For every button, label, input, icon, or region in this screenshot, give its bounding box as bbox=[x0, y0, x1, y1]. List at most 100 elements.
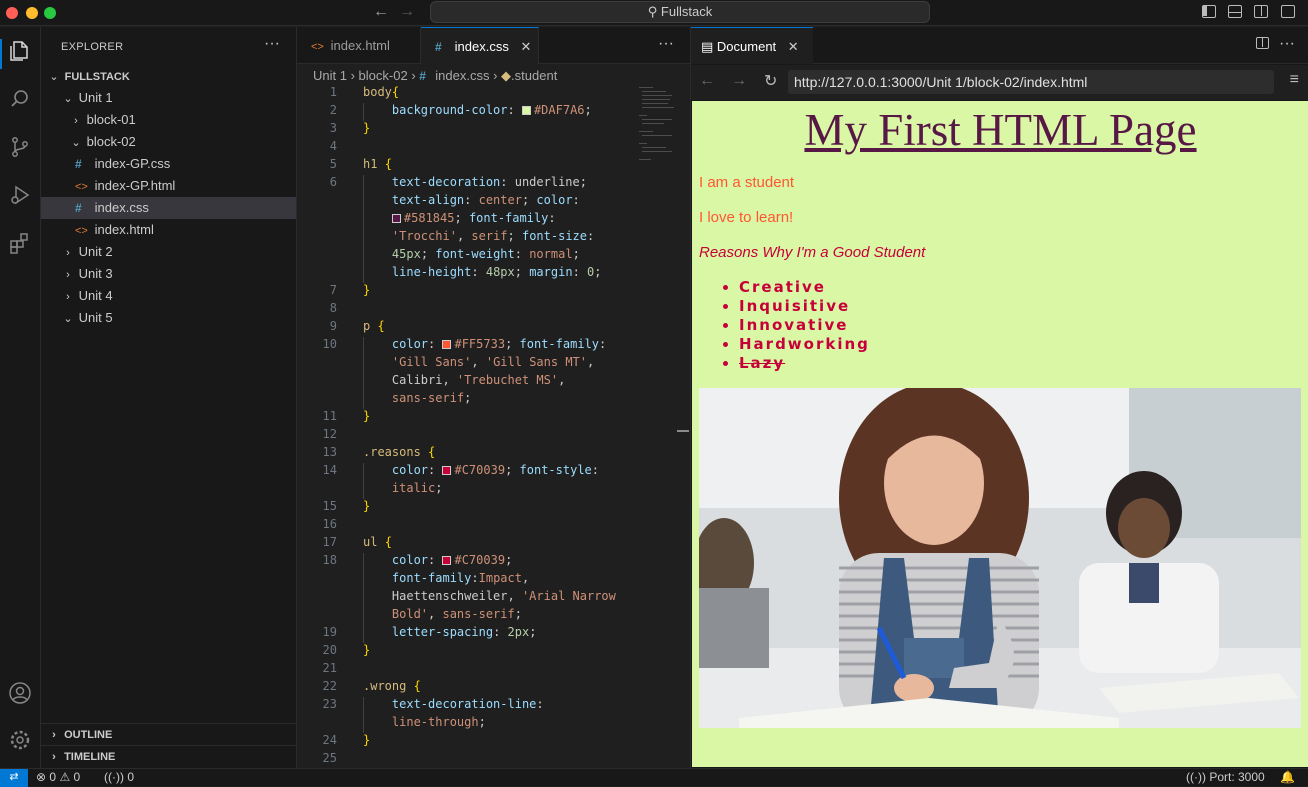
outline-section[interactable]: › OUTLINE bbox=[41, 723, 296, 745]
close-window-button[interactable] bbox=[6, 7, 18, 19]
html-file-icon: <> bbox=[75, 181, 88, 193]
minimap[interactable] bbox=[639, 85, 679, 165]
forward-arrow-icon[interactable]: → bbox=[731, 72, 747, 90]
back-arrow-icon[interactable]: ← bbox=[699, 72, 715, 90]
chevron-right-icon: › bbox=[66, 269, 70, 281]
editor-tabs: <> index.html # index.css ✕ ··· bbox=[297, 27, 690, 64]
scrollbar-thumb[interactable] bbox=[677, 430, 689, 432]
breadcrumb: Unit 1 › block-02 › # index.css › ◆.stude… bbox=[313, 68, 557, 84]
tab-document[interactable]: ▤ Document ✕ bbox=[691, 27, 813, 64]
folder-unit-1[interactable]: ⌄ Unit 1 bbox=[41, 87, 296, 109]
breadcrumb-unit[interactable]: Unit 1 bbox=[313, 68, 347, 83]
line-number: 20 bbox=[322, 643, 337, 657]
notifications-bell-icon[interactable]: 🔔 bbox=[1280, 769, 1295, 786]
code-line: } bbox=[363, 499, 371, 513]
customize-layout-icon[interactable] bbox=[1281, 5, 1295, 18]
line-number: 12 bbox=[322, 427, 337, 441]
command-center[interactable]: ⚲ Fullstack bbox=[430, 1, 930, 23]
tab-index-html[interactable]: <> index.html bbox=[297, 27, 421, 64]
toggle-panel-icon[interactable] bbox=[1228, 5, 1242, 18]
code-line: letter-spacing: 2px; bbox=[391, 625, 537, 639]
chevron-down-icon: ⌄ bbox=[71, 137, 81, 149]
code-line: Calibri, 'Trebuchet MS', bbox=[363, 373, 566, 387]
toggle-sidebar-icon[interactable] bbox=[1202, 5, 1216, 18]
split-editor-icon[interactable] bbox=[1256, 37, 1269, 49]
files-icon[interactable] bbox=[6, 39, 34, 67]
status-bar: ⇄ ⊗ 0 ⚠ 0 ((·)) 0 ((·)) Port: 3000 🔔 bbox=[0, 768, 1308, 787]
code-line: 'Gill Sans', 'Gill Sans MT', bbox=[391, 355, 595, 369]
code-line: color: #C70039; font-style: bbox=[391, 463, 599, 477]
settings-gear-icon[interactable] bbox=[6, 728, 34, 756]
preview-more-actions-icon[interactable]: ··· bbox=[1279, 35, 1295, 53]
file-index-gp-html[interactable]: <> index-GP.html bbox=[41, 175, 296, 197]
minimize-window-button[interactable] bbox=[26, 7, 38, 19]
live-server-port[interactable]: ((·)) Port: 3000 bbox=[1186, 769, 1265, 786]
chevron-down-icon: ⌄ bbox=[63, 93, 73, 105]
line-number: 25 bbox=[322, 751, 337, 765]
folder-block-02[interactable]: ⌄ block-02 bbox=[41, 131, 296, 153]
line-number: 18 bbox=[322, 553, 337, 567]
file-index-html[interactable]: <> index.html bbox=[41, 219, 296, 241]
breadcrumb-symbol[interactable]: .student bbox=[511, 68, 557, 83]
line-number: 22 bbox=[322, 679, 337, 693]
chevron-down-icon: ⌄ bbox=[63, 313, 73, 325]
breadcrumb-file[interactable]: index.css bbox=[435, 68, 489, 83]
tab-index-css[interactable]: # index.css ✕ bbox=[421, 27, 539, 64]
search-icon[interactable] bbox=[6, 87, 34, 115]
timeline-section[interactable]: › TIMELINE bbox=[41, 745, 296, 767]
file-index-gp-css[interactable]: # index-GP.css bbox=[41, 153, 296, 175]
browser-preview: ▤ Document ✕ ··· ← → ↻ http://127.0.0.1:… bbox=[690, 27, 1308, 768]
editor-more-actions-icon[interactable]: ··· bbox=[658, 35, 674, 53]
account-icon[interactable] bbox=[6, 681, 34, 709]
code-line: text-decoration: underline; bbox=[391, 175, 587, 189]
close-tab-icon[interactable]: ✕ bbox=[520, 39, 531, 54]
line-number: 10 bbox=[322, 337, 337, 351]
code-line: } bbox=[363, 121, 371, 135]
toggle-secondary-sidebar-icon[interactable] bbox=[1254, 5, 1268, 18]
folder-block-01[interactable]: › block-01 bbox=[41, 109, 296, 131]
css-file-icon: # bbox=[419, 69, 426, 83]
close-tab-icon[interactable]: ✕ bbox=[788, 39, 799, 54]
code-line: .reasons { bbox=[363, 445, 436, 459]
line-number: 17 bbox=[322, 535, 337, 549]
folder-unit-4[interactable]: › Unit 4 bbox=[41, 285, 296, 307]
extensions-icon[interactable] bbox=[6, 231, 34, 259]
folder-unit-3[interactable]: › Unit 3 bbox=[41, 263, 296, 285]
code-line: } bbox=[363, 643, 371, 657]
chevron-down-icon: ⌄ bbox=[49, 71, 59, 83]
forward-arrow-icon[interactable]: → bbox=[399, 3, 415, 21]
folder-unit-2[interactable]: › Unit 2 bbox=[41, 241, 296, 263]
more-actions-icon[interactable]: ··· bbox=[264, 35, 280, 53]
search-icon: ⚲ bbox=[647, 4, 658, 19]
source-control-icon[interactable] bbox=[6, 135, 34, 163]
reasons-heading: Reasons Why I'm a Good Student bbox=[699, 244, 926, 261]
remote-indicator-icon[interactable]: ⇄ bbox=[0, 769, 28, 787]
workspace-root[interactable]: ⌄ FULLSTACK bbox=[41, 65, 296, 87]
folder-unit-5[interactable]: ⌄ Unit 5 bbox=[41, 307, 296, 329]
line-number: 23 bbox=[322, 697, 337, 711]
file-index-css[interactable]: # index.css bbox=[41, 197, 296, 219]
problems-indicator[interactable]: ⊗ 0 ⚠ 0 bbox=[36, 769, 80, 786]
url-bar[interactable]: http://127.0.0.1:3000/Unit 1/block-02/in… bbox=[788, 70, 1274, 94]
css-file-icon: # bbox=[75, 157, 82, 171]
code-line: Bold', sans-serif; bbox=[391, 607, 522, 621]
code-line: } bbox=[363, 409, 371, 423]
line-number: 6 bbox=[329, 175, 337, 189]
list-item: Inquisitive bbox=[739, 297, 870, 316]
chevron-right-icon: › bbox=[52, 751, 56, 763]
menu-icon[interactable]: ≡ bbox=[1290, 71, 1299, 89]
line-number: 9 bbox=[329, 319, 337, 333]
reload-icon[interactable]: ↻ bbox=[764, 71, 777, 91]
ports-indicator[interactable]: ((·)) 0 bbox=[104, 769, 134, 786]
code-line: background-color: #DAF7A6; bbox=[391, 103, 592, 117]
line-number: 4 bbox=[329, 139, 337, 153]
student-photo bbox=[699, 388, 1301, 728]
back-arrow-icon[interactable]: ← bbox=[373, 3, 389, 21]
code-line: sans-serif; bbox=[391, 391, 472, 405]
breadcrumb-block[interactable]: block-02 bbox=[359, 68, 408, 83]
run-debug-icon[interactable] bbox=[6, 183, 34, 211]
maximize-window-button[interactable] bbox=[44, 7, 56, 19]
active-indicator bbox=[0, 39, 2, 69]
preview-tabs: ▤ Document ✕ ··· bbox=[691, 27, 1308, 64]
line-number: 16 bbox=[322, 517, 337, 531]
